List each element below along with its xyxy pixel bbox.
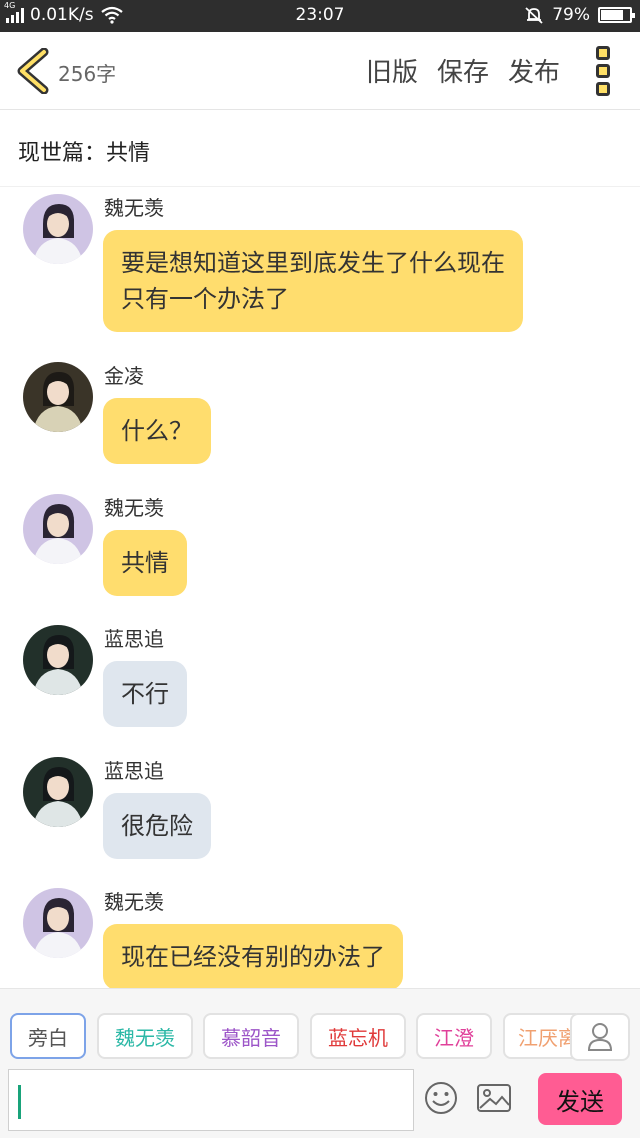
- message-bubble[interactable]: 不行: [103, 661, 187, 727]
- message-bubble[interactable]: 现在已经没有别的办法了: [103, 924, 403, 988]
- old-version-button[interactable]: 旧版: [366, 52, 418, 89]
- send-button[interactable]: 发送: [538, 1073, 622, 1125]
- chapter-title: 现世篇：共情: [18, 141, 151, 166]
- speaker-name: 魏无羡: [104, 496, 164, 520]
- speaker-name: 金凌: [104, 364, 144, 388]
- image-icon[interactable]: [476, 1083, 512, 1113]
- character-chip[interactable]: 蓝忘机: [310, 1013, 406, 1059]
- message-bubble[interactable]: 要是想知道这里到底发生了什么现在 只有一个办法了: [103, 230, 523, 332]
- character-chip[interactable]: 江厌离: [503, 1013, 576, 1059]
- speaker-name: 魏无羡: [104, 890, 164, 914]
- status-bar: 4G 0.01K/s 23:07 79%: [0, 0, 640, 32]
- character-chip[interactable]: 魏无羡: [97, 1013, 193, 1059]
- silent-bell-icon: [525, 7, 543, 24]
- chevron-left-icon: [17, 47, 49, 95]
- menu-dot-icon: [596, 64, 610, 78]
- character-chip[interactable]: 慕韶音: [203, 1013, 299, 1059]
- chat-area[interactable]: 魏无羡 要是想知道这里到底发生了什么现在 只有一个办法了 金凌 什么？ 魏无羡 共情 蓝思追…: [0, 188, 640, 988]
- battery-percent: 79%: [552, 5, 590, 25]
- battery-fill: [601, 10, 624, 20]
- menu-dot-icon: [596, 82, 610, 96]
- lan-sizhui-avatar[interactable]: [23, 625, 93, 695]
- editor-header: 256字 旧版 保存 发布: [0, 32, 640, 110]
- message-bubble[interactable]: 很危险: [103, 793, 211, 859]
- wei-wuxian-avatar[interactable]: [23, 888, 93, 958]
- emoji-icon[interactable]: [424, 1081, 458, 1115]
- battery-icon: [598, 7, 635, 23]
- speaker-name: 蓝思追: [104, 759, 164, 783]
- message-bubble[interactable]: 共情: [103, 530, 187, 596]
- back-button[interactable]: [14, 47, 54, 95]
- speaker-name: 蓝思追: [104, 627, 164, 651]
- publish-button[interactable]: 发布: [508, 52, 560, 89]
- speaker-name: 魏无羡: [104, 196, 164, 220]
- text-cursor: [18, 1085, 21, 1119]
- character-selector[interactable]: 旁白 魏无羡 慕韶音 蓝忘机 江澄 江厌离: [0, 1013, 576, 1061]
- word-count: 256字: [58, 62, 117, 86]
- person-icon: [587, 1023, 613, 1051]
- status-right: 79%: [524, 5, 635, 25]
- character-chip[interactable]: 旁白: [10, 1013, 86, 1059]
- message-input[interactable]: [8, 1069, 414, 1131]
- lan-sizhui-avatar[interactable]: [23, 757, 93, 827]
- character-chip[interactable]: 江澄: [416, 1013, 492, 1059]
- message-bubble[interactable]: 什么？: [103, 398, 211, 464]
- add-character-button[interactable]: [570, 1013, 630, 1061]
- composer: 旁白 魏无羡 慕韶音 蓝忘机 江澄 江厌离 发送: [0, 988, 640, 1138]
- jin-ling-avatar[interactable]: [23, 362, 93, 432]
- wei-wuxian-avatar[interactable]: [23, 194, 93, 264]
- chapter-title-bar[interactable]: 现世篇：共情: [0, 111, 640, 187]
- wei-wuxian-avatar[interactable]: [23, 494, 93, 564]
- more-menu-button[interactable]: [596, 46, 614, 96]
- menu-dot-icon: [596, 46, 610, 60]
- save-button[interactable]: 保存: [437, 52, 489, 89]
